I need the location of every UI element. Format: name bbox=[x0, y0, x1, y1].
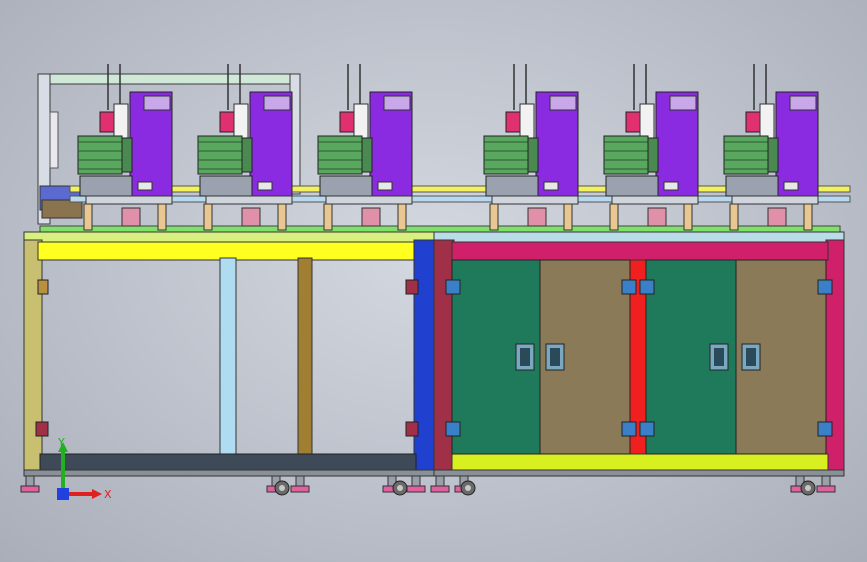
y-axis-label: Y bbox=[57, 436, 65, 449]
station-4 bbox=[483, 64, 579, 231]
stations-group bbox=[77, 64, 819, 231]
leveling-feet bbox=[20, 475, 836, 496]
caster-hub-4 bbox=[805, 485, 811, 491]
x-axis-label: X bbox=[104, 488, 112, 501]
right-cabinet bbox=[35, 231, 845, 477]
station-1 bbox=[77, 64, 173, 231]
foot-6 bbox=[430, 475, 450, 493]
caster-hub-2 bbox=[397, 485, 403, 491]
machine-assembly-drawing[interactable]: Y X bbox=[0, 0, 867, 562]
left-table bbox=[23, 231, 437, 477]
station-5 bbox=[603, 64, 699, 231]
station-2 bbox=[197, 64, 293, 231]
foot-9 bbox=[816, 475, 836, 493]
foot-3 bbox=[290, 475, 310, 493]
station-3 bbox=[317, 64, 413, 231]
caster-hub-3 bbox=[465, 485, 471, 491]
caster-hub-1 bbox=[279, 485, 285, 491]
cad-viewport[interactable]: Y X bbox=[0, 0, 867, 562]
foot-1 bbox=[20, 475, 40, 493]
foot-5 bbox=[406, 475, 426, 493]
station-6 bbox=[723, 64, 819, 231]
